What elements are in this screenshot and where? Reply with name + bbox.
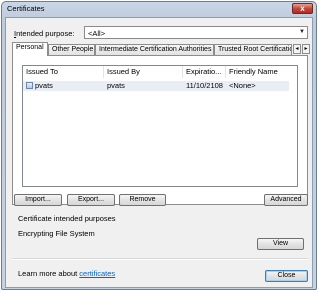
cell-issued-to: pvats (35, 81, 53, 90)
tab-personal[interactable]: Personal (12, 42, 48, 56)
column-expiration[interactable]: Expiratio... (183, 66, 226, 78)
dialog-client-area: Intended purpose: <All> ▼ Personal Other… (5, 17, 313, 288)
column-issued-to[interactable]: Issued To (23, 66, 104, 78)
intended-purpose-dropdown[interactable]: <All> ▼ (84, 26, 308, 39)
tab-other-people[interactable]: Other People (48, 44, 95, 55)
column-friendly-name[interactable]: Friendly Name (226, 66, 297, 78)
table-row[interactable]: pvats pvats 11/10/2108 <None> (23, 81, 289, 91)
export-button[interactable]: Export... (67, 194, 115, 206)
view-button[interactable]: View (257, 238, 304, 250)
personal-tab-panel: Issued To Issued By Expiratio... Friendl… (12, 55, 308, 205)
certificate-icon (26, 82, 33, 89)
remove-button[interactable]: Remove (119, 194, 166, 206)
tab-trusted-root-ca[interactable]: Trusted Root Certification (214, 44, 292, 55)
window-title: Certificates (7, 4, 45, 13)
certificates-help-link[interactable]: certificates (79, 269, 115, 278)
tab-intermediate-ca[interactable]: Intermediate Certification Authorities (95, 44, 214, 55)
cell-expiration: 11/10/2108 (186, 81, 223, 90)
title-bar[interactable]: Certificates x (2, 2, 316, 16)
certificate-list[interactable]: Issued To Issued By Expiratio... Friendl… (22, 65, 298, 187)
cell-issued-by: pvats (107, 81, 125, 90)
dropdown-arrow-icon: ▼ (299, 29, 305, 35)
close-button[interactable]: Close (265, 270, 308, 282)
footer-divider (12, 258, 308, 260)
tab-scroll-right-icon[interactable]: ▸ (302, 44, 310, 54)
intended-purpose-label: Intended purpose: (14, 29, 75, 38)
cell-friendly-name: <None> (229, 81, 256, 90)
advanced-button[interactable]: Advanced (264, 194, 308, 206)
intended-purposes-heading: Certificate intended purposes (18, 214, 116, 223)
tab-scroll-left-icon[interactable]: ◂ (293, 44, 301, 54)
intended-purposes-value: Encrypting File System (18, 229, 95, 238)
tab-strip: Personal Other People Intermediate Certi… (12, 42, 312, 56)
import-button[interactable]: Import... (14, 194, 62, 206)
certificates-dialog: Certificates x Intended purpose: <All> ▼… (1, 1, 317, 290)
intended-purpose-value: <All> (88, 29, 106, 38)
column-issued-by[interactable]: Issued By (104, 66, 183, 78)
window-close-button[interactable]: x (292, 3, 313, 14)
list-header: Issued To Issued By Expiratio... Friendl… (23, 66, 297, 78)
learn-more-text: Learn more about certificates (18, 269, 116, 278)
